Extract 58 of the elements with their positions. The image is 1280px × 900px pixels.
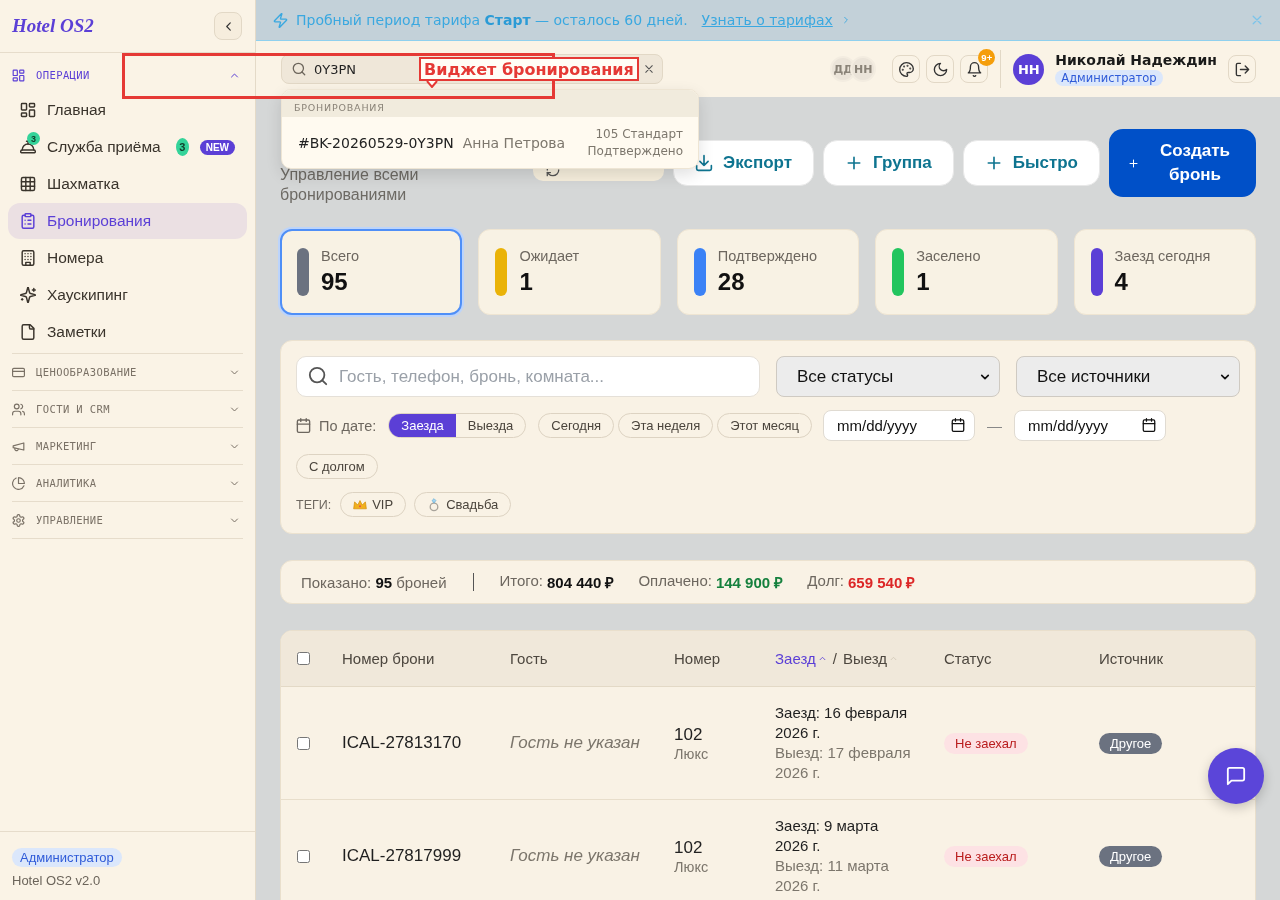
alert-count: 3 [27,132,40,145]
source-tag: Другое [1099,732,1163,754]
trial-message: Пробный период тарифа Старт — осталось 60 дней. [296,12,688,28]
app-version: Hotel OS2 v2.0 [12,873,102,888]
check-out-date: Выезд: 17 февраля 2026 г. [775,743,912,783]
user-role-tag: Администратор [1055,70,1163,86]
stat-label: Подтверждено [717,248,818,264]
check-in-date: Заезд: 16 февраля 2026 г. [775,703,909,743]
user-avatar: НН [1013,53,1045,85]
stat-value: 4 [1114,268,1129,296]
total-label: Итого: [499,572,543,591]
result-room: 105 Стандарт [595,125,683,143]
stat-value: 95 [321,268,349,296]
check-in-date: Заезд: 9 марта 2026 г. [775,816,880,856]
column-header: Номер брони [342,650,436,667]
guest-name: Гость не указан [510,733,641,753]
status-tag: Не заехал [944,732,1028,754]
room-number: 102 [674,724,704,745]
total-label: Долг: [807,572,845,591]
column-header: Номер [674,650,722,667]
stat-value: 1 [519,268,534,296]
room-type: Люкс [674,858,710,875]
column-header: Гость [510,650,549,667]
shown-count: Показано: 95 броней [301,573,447,591]
total-value: 144 900 ₽ [715,573,784,592]
date-filter-label: По дате: [319,417,377,434]
item-count: 3 [175,138,189,156]
page-subtitle: Управление всеми бронированиями [280,165,420,205]
stat-label: Заезд сегодня [1114,248,1211,264]
range-dash: — [987,417,1003,434]
result-guest-name: Анна Петрова [462,134,566,151]
status-tag: Не заехал [944,845,1028,867]
user-name: Николай Надеждин [1055,52,1217,68]
stat-value: 28 [717,268,746,296]
stat-label: Заселено [916,248,981,264]
sort-separator: / [832,650,837,667]
booking-number: ICAL-27813170 [342,733,463,753]
room-number: 102 [674,837,704,858]
source-tag: Другое [1099,845,1163,867]
column-header: Статус [944,650,993,667]
tags-label: ТЕГИ: [296,497,332,512]
stat-label: Ожидает [519,248,580,264]
booking-number: ICAL-27817999 [342,846,463,866]
notification-count: 9+ [978,49,996,66]
presence-avatar: НН [850,56,877,82]
total-value: 659 540 ₽ [848,573,916,592]
guest-name: Гость не указан [510,846,641,866]
role-tag: Администратор [12,848,122,867]
app-logo: Hotel OS2 [12,15,94,37]
stat-label: Всего [321,248,360,264]
total-value: 804 440 ₽ [547,573,615,592]
stat-value: 1 [916,268,931,296]
column-header: Источник [1099,650,1165,667]
total-label: Оплачено: [638,572,712,591]
results-section-title: БРОНИРОВАНИЯ [282,90,698,117]
check-out-date: Выезд: 11 марта 2026 г. [775,856,890,896]
room-type: Люкс [674,745,710,762]
new-tag: NEW [199,139,235,155]
